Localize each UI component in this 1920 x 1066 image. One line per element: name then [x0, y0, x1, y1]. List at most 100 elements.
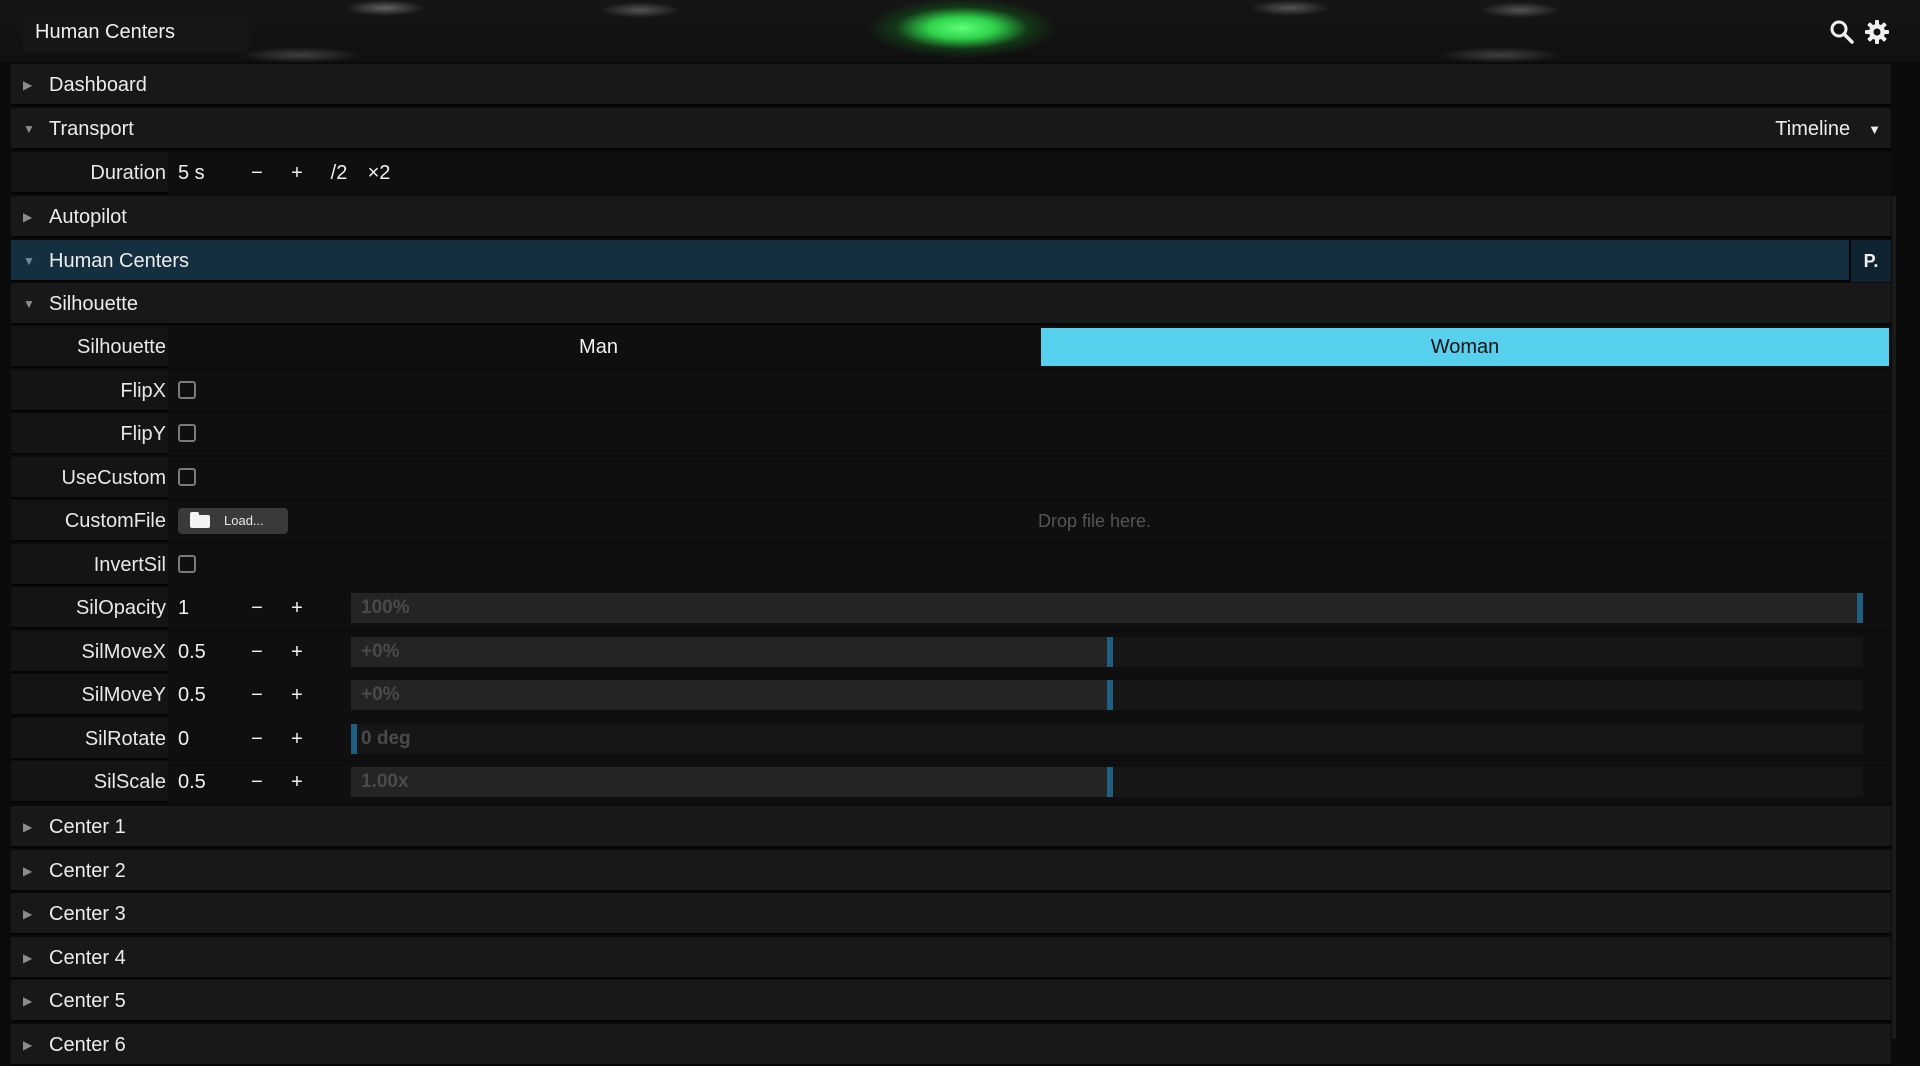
slider-decrement-button[interactable]: −: [242, 761, 272, 803]
slider-label: SilRotate: [84, 728, 166, 750]
invertsil-checkbox[interactable]: [178, 555, 196, 573]
silhouette-choice-row: Silhouette Man Woman: [11, 326, 1891, 368]
folder-silhouette[interactable]: ▼ Silhouette: [11, 283, 1891, 325]
folder-label: Center 5: [49, 990, 126, 1012]
folder-label: Silhouette: [49, 293, 138, 315]
slider-increment-button[interactable]: +: [282, 587, 312, 629]
chevron-right-icon: ▶: [23, 864, 33, 878]
folder-center-2[interactable]: ▶ Center 2: [11, 850, 1891, 892]
slider-increment-button[interactable]: +: [282, 718, 312, 760]
scrollbar[interactable]: [1892, 196, 1896, 1039]
load-button-label: Load...: [224, 513, 264, 528]
silhouette-label: Silhouette: [77, 336, 166, 358]
usecustom-checkbox[interactable]: [178, 468, 196, 486]
load-file-button[interactable]: Load...: [178, 508, 288, 534]
slider-decrement-button[interactable]: −: [242, 674, 272, 716]
flipy-checkbox[interactable]: [178, 424, 196, 442]
chevron-right-icon: ▶: [23, 951, 33, 965]
slider-row: SilMoveX 0.5 − + +0%: [11, 631, 1891, 673]
flipx-row: FlipX: [11, 370, 1891, 412]
transport-mode-dropdown[interactable]: Timeline ▼: [1775, 108, 1881, 151]
flipy-label: FlipY: [120, 423, 166, 445]
slider-thumb[interactable]: [1857, 593, 1863, 623]
flipx-label: FlipX: [120, 380, 166, 402]
folder-label: Human Centers: [49, 250, 190, 272]
silhouette-option-man[interactable]: Man: [168, 328, 1029, 366]
folder-human-centers[interactable]: ▼ Human Centers P.: [11, 240, 1891, 282]
slider-fill: [351, 767, 1107, 797]
folder-center-6[interactable]: ▶ Center 6: [11, 1024, 1891, 1066]
customfile-label: CustomFile: [64, 510, 166, 532]
slider-increment-button[interactable]: +: [282, 761, 312, 803]
slider-thumb[interactable]: [1107, 680, 1113, 710]
control-panel: Human Centers ▶ Dashboard ▼ Transport Ti…: [11, 0, 1891, 1066]
slider-row: SilOpacity 1 − +100%: [11, 587, 1891, 629]
slider-label: SilOpacity: [75, 597, 166, 619]
drop-file-hint: Drop file here.: [1037, 511, 1152, 531]
folder-center-5[interactable]: ▶ Center 5: [11, 980, 1891, 1022]
slider-track[interactable]: 100%: [351, 593, 1863, 623]
slider-control: 0.5 − + +0%: [168, 631, 1891, 673]
slider-control: 0.5 − + +0%: [168, 674, 1891, 716]
chevron-down-icon: ▼: [23, 254, 35, 268]
chevron-down-icon: ▼: [23, 297, 35, 311]
slider-row: SilRotate 0 − +0 deg: [11, 718, 1891, 760]
slider-track[interactable]: +0%: [351, 637, 1863, 667]
chevron-down-icon: ▼: [23, 122, 35, 136]
usecustom-row: UseCustom: [11, 457, 1891, 499]
chevron-right-icon: ▶: [23, 994, 33, 1008]
flipx-checkbox[interactable]: [178, 381, 196, 399]
slider-label: SilMoveY: [81, 684, 166, 706]
duration-halve-button[interactable]: /2: [324, 152, 354, 194]
slider-thumb[interactable]: [1107, 637, 1113, 667]
folder-center-3[interactable]: ▶ Center 3: [11, 893, 1891, 935]
slider-value[interactable]: 1: [178, 587, 189, 629]
slider-control: 0.5 − +1.00x: [168, 761, 1891, 803]
slider-increment-button[interactable]: +: [282, 674, 312, 716]
folder-center-4[interactable]: ▶ Center 4: [11, 937, 1891, 979]
silhouette-option-woman[interactable]: Woman: [1041, 328, 1889, 366]
folder-label: Center 4: [49, 947, 126, 969]
chevron-right-icon: ▶: [23, 210, 33, 224]
folder-transport[interactable]: ▼ Transport Timeline ▼: [11, 108, 1891, 150]
slider-value[interactable]: 0.5: [178, 631, 206, 673]
folder-label: Center 2: [49, 860, 126, 882]
slider-row: SilScale 0.5 − +1.00x: [11, 761, 1891, 803]
slider-control: 1 − +100%: [168, 587, 1891, 629]
slider-thumb[interactable]: [1107, 767, 1113, 797]
slider-value[interactable]: 0.5: [178, 761, 206, 803]
slider-row: SilMoveY 0.5 − + +0%: [11, 674, 1891, 716]
duration-increment-button[interactable]: +: [282, 152, 312, 194]
chevron-right-icon: ▶: [23, 907, 33, 921]
duration-value[interactable]: 5 s: [178, 152, 205, 194]
silhouette-segmented-control: Man Woman: [168, 326, 1891, 368]
folder-dashboard[interactable]: ▶ Dashboard: [11, 64, 1891, 106]
usecustom-label: UseCustom: [61, 467, 166, 489]
customfile-row: CustomFile Drop file here. Load...: [11, 500, 1891, 542]
slider-track[interactable]: +0%: [351, 680, 1863, 710]
slider-value[interactable]: 0.5: [178, 674, 206, 716]
slider-track[interactable]: 0 deg: [351, 724, 1863, 754]
folder-autopilot[interactable]: ▶ Autopilot: [11, 196, 1891, 238]
slider-decrement-button[interactable]: −: [242, 718, 272, 760]
slider-display: +0%: [361, 641, 400, 662]
folder-center-1[interactable]: ▶ Center 1: [11, 806, 1891, 848]
folder-icon: [190, 512, 210, 528]
slider-value[interactable]: 0: [178, 718, 189, 760]
slider-decrement-button[interactable]: −: [242, 587, 272, 629]
preset-button[interactable]: P.: [1849, 240, 1891, 282]
search-icon[interactable]: [1828, 18, 1856, 46]
slider-thumb[interactable]: [351, 724, 357, 754]
duration-double-button[interactable]: ×2: [362, 152, 396, 194]
slider-decrement-button[interactable]: −: [242, 631, 272, 673]
file-drop-zone[interactable]: Drop file here. Load...: [168, 500, 1891, 542]
slider-increment-button[interactable]: +: [282, 631, 312, 673]
slider-track[interactable]: 1.00x: [351, 767, 1863, 797]
invertsil-row: InvertSil: [11, 544, 1891, 586]
duration-decrement-button[interactable]: −: [242, 152, 272, 194]
folder-label: Autopilot: [49, 206, 127, 228]
folder-label: Transport: [49, 118, 134, 140]
gear-icon[interactable]: [1863, 18, 1891, 46]
slider-display: 100%: [361, 597, 410, 618]
slider-control: 0 − +0 deg: [168, 718, 1891, 760]
